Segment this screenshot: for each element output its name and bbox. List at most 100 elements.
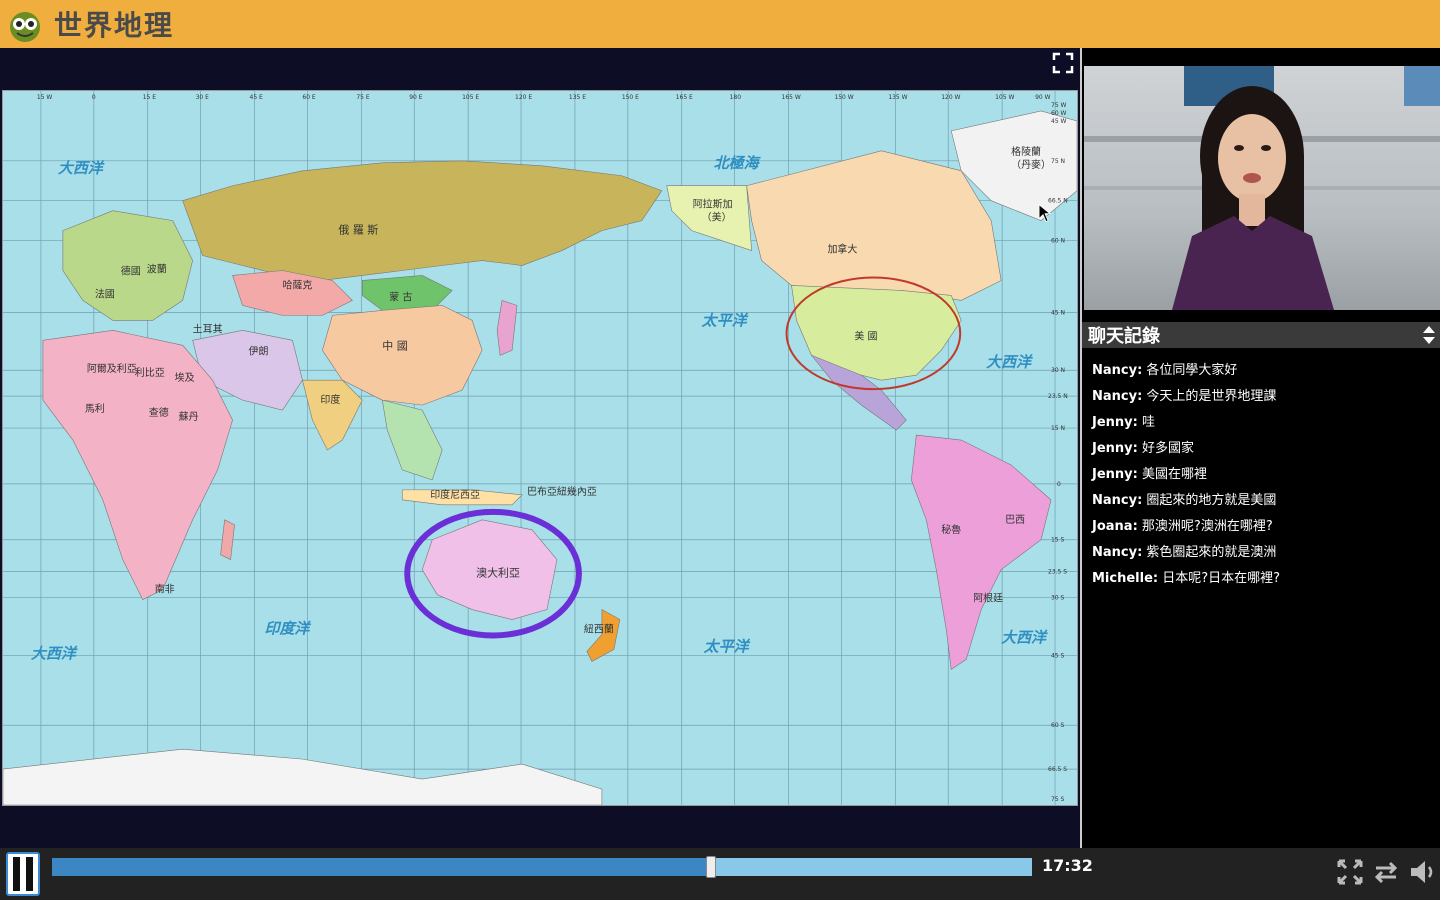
label-alaska-note: （美） bbox=[702, 211, 732, 224]
svg-text:165 E: 165 E bbox=[676, 94, 693, 101]
svg-text:45 W: 45 W bbox=[1051, 118, 1066, 125]
chat-message: Jenny: 好多國家 bbox=[1092, 436, 1432, 462]
svg-text:30 S: 30 S bbox=[1051, 595, 1064, 602]
chat-user: Michelle: bbox=[1092, 571, 1159, 586]
player-controls: 17:32 bbox=[0, 848, 1440, 900]
label-iran: 伊朗 bbox=[249, 345, 269, 357]
svg-text:180: 180 bbox=[730, 94, 742, 101]
chat-text: 圈起來的地方就是美國 bbox=[1142, 493, 1277, 508]
svg-text:75 W: 75 W bbox=[1051, 102, 1066, 109]
label-mali: 馬利 bbox=[85, 403, 105, 415]
label-france: 法國 bbox=[95, 287, 115, 300]
label-turkey: 土耳其 bbox=[193, 322, 223, 335]
world-map: 大西洋 北極海 太平洋 大西洋 印度洋 大西洋 太平洋 大西洋 俄 羅 斯 哈薩… bbox=[2, 90, 1078, 806]
presentation-stage: 大西洋 北極海 太平洋 大西洋 印度洋 大西洋 太平洋 大西洋 俄 羅 斯 哈薩… bbox=[0, 48, 1080, 848]
svg-text:120 W: 120 W bbox=[941, 94, 960, 101]
chat-user: Jenny: bbox=[1092, 415, 1138, 430]
svg-text:23.5 N: 23.5 N bbox=[1048, 393, 1068, 400]
progress-fill bbox=[52, 858, 711, 876]
svg-text:30 E: 30 E bbox=[196, 94, 209, 101]
svg-text:75 S: 75 S bbox=[1051, 796, 1064, 803]
svg-text:30 N: 30 N bbox=[1051, 367, 1065, 374]
svg-text:60 E: 60 E bbox=[302, 94, 315, 101]
label-chad: 查德 bbox=[149, 406, 169, 419]
svg-text:105 E: 105 E bbox=[462, 94, 479, 101]
chat-user: Nancy: bbox=[1092, 363, 1143, 378]
chat-message: Jenny: 哇 bbox=[1092, 410, 1432, 436]
svg-text:75 N: 75 N bbox=[1051, 158, 1065, 165]
svg-text:60 W: 60 W bbox=[1051, 110, 1066, 117]
svg-text:45 E: 45 E bbox=[250, 94, 263, 101]
svg-text:60 S: 60 S bbox=[1051, 722, 1064, 729]
chat-text: 日本呢?日本在哪裡? bbox=[1158, 571, 1281, 586]
chat-user: Nancy: bbox=[1092, 493, 1143, 508]
svg-text:150 E: 150 E bbox=[622, 94, 639, 101]
label-argentina: 阿根廷 bbox=[973, 592, 1003, 605]
pause-button[interactable] bbox=[6, 852, 40, 896]
svg-text:105 W: 105 W bbox=[995, 94, 1014, 101]
svg-text:66.5 S: 66.5 S bbox=[1048, 766, 1067, 773]
label-indonesia: 印度尼西亞 bbox=[430, 488, 480, 501]
svg-text:15 W: 15 W bbox=[37, 94, 52, 101]
chat-message: Nancy: 各位同學大家好 bbox=[1092, 358, 1432, 384]
instructor-video[interactable] bbox=[1084, 66, 1440, 310]
svg-text:23.5 S: 23.5 S bbox=[1048, 569, 1067, 576]
sort-toggle-icon[interactable] bbox=[1422, 325, 1436, 345]
chat-message: Nancy: 圈起來的地方就是美國 bbox=[1092, 488, 1432, 514]
label-poland: 波蘭 bbox=[147, 262, 167, 275]
label-china: 中 國 bbox=[382, 339, 407, 352]
svg-text:66.5 N: 66.5 N bbox=[1048, 198, 1068, 205]
label-greenland: 格陵蘭 bbox=[1011, 145, 1041, 158]
chat-message-list: Nancy: 各位同學大家好 Nancy: 今天上的是世界地理課 Jenny: … bbox=[1092, 358, 1432, 592]
pause-icon bbox=[26, 857, 33, 891]
svg-text:15 E: 15 E bbox=[143, 94, 156, 101]
label-papua: 巴布亞紐幾內亞 bbox=[527, 485, 597, 498]
chat-text: 各位同學大家好 bbox=[1142, 363, 1238, 378]
chat-text: 紫色圈起來的就是澳洲 bbox=[1142, 545, 1277, 560]
ocean-label-2: 北極海 bbox=[714, 154, 762, 172]
ocean-label-7: 太平洋 bbox=[703, 637, 751, 655]
ocean-label-5: 印度洋 bbox=[265, 619, 312, 637]
switch-layout-icon[interactable] bbox=[1372, 856, 1400, 888]
chat-user: Joana: bbox=[1092, 519, 1138, 534]
svg-text:135 E: 135 E bbox=[569, 94, 586, 101]
side-panel: 聊天記錄 Nancy: 各位同學大家好 Nancy: 今天上的是世界地理課 Je… bbox=[1080, 48, 1440, 848]
label-south-africa: 南非 bbox=[155, 583, 175, 596]
label-india: 印度 bbox=[320, 393, 340, 406]
svg-text:90 E: 90 E bbox=[409, 94, 422, 101]
chat-text: 那澳洲呢?澳洲在哪裡? bbox=[1137, 519, 1273, 534]
instructor-video-frame bbox=[1084, 66, 1440, 310]
chat-message: Jenny: 美國在哪裡 bbox=[1092, 462, 1432, 488]
label-sudan: 蘇丹 bbox=[179, 410, 199, 423]
ocean-label-6: 大西洋 bbox=[31, 644, 78, 662]
svg-text:0: 0 bbox=[92, 94, 96, 101]
svg-text:45 S: 45 S bbox=[1051, 652, 1064, 659]
progress-handle[interactable] bbox=[705, 856, 716, 878]
volume-icon[interactable] bbox=[1408, 856, 1436, 888]
label-kazakhstan: 哈薩克 bbox=[282, 278, 312, 291]
label-algeria: 阿爾及利亞 bbox=[87, 363, 137, 375]
ocean-label-1: 大西洋 bbox=[58, 159, 105, 177]
world-map-drawing: 大西洋 北極海 太平洋 大西洋 印度洋 大西洋 太平洋 大西洋 俄 羅 斯 哈薩… bbox=[3, 91, 1077, 805]
chat-title: 聊天記錄 bbox=[1088, 326, 1160, 347]
ocean-label-8: 大西洋 bbox=[1001, 628, 1048, 646]
label-new-zealand: 紐西蘭 bbox=[584, 622, 614, 635]
fullscreen-icon[interactable] bbox=[1052, 52, 1074, 74]
app-header: 世界地理 bbox=[0, 0, 1440, 48]
chat-user: Jenny: bbox=[1092, 467, 1138, 482]
progress-bar[interactable] bbox=[52, 856, 1032, 878]
label-greenland-note: （丹麥） bbox=[1011, 158, 1051, 171]
svg-text:90 W: 90 W bbox=[1035, 94, 1050, 101]
fit-screen-icon[interactable] bbox=[1336, 856, 1364, 888]
svg-text:15 S: 15 S bbox=[1051, 537, 1064, 544]
svg-text:15 N: 15 N bbox=[1051, 425, 1065, 432]
pause-icon bbox=[13, 857, 20, 891]
label-alaska: 阿拉斯加 bbox=[693, 198, 733, 211]
ocean-label-4: 大西洋 bbox=[986, 353, 1033, 371]
chat-text: 好多國家 bbox=[1137, 441, 1194, 456]
svg-text:0: 0 bbox=[1057, 481, 1061, 488]
chat-message: Michelle: 日本呢?日本在哪裡? bbox=[1092, 566, 1432, 592]
chat-message: Nancy: 今天上的是世界地理課 bbox=[1092, 384, 1432, 410]
svg-text:120 E: 120 E bbox=[515, 94, 532, 101]
page-title: 世界地理 bbox=[54, 9, 175, 42]
